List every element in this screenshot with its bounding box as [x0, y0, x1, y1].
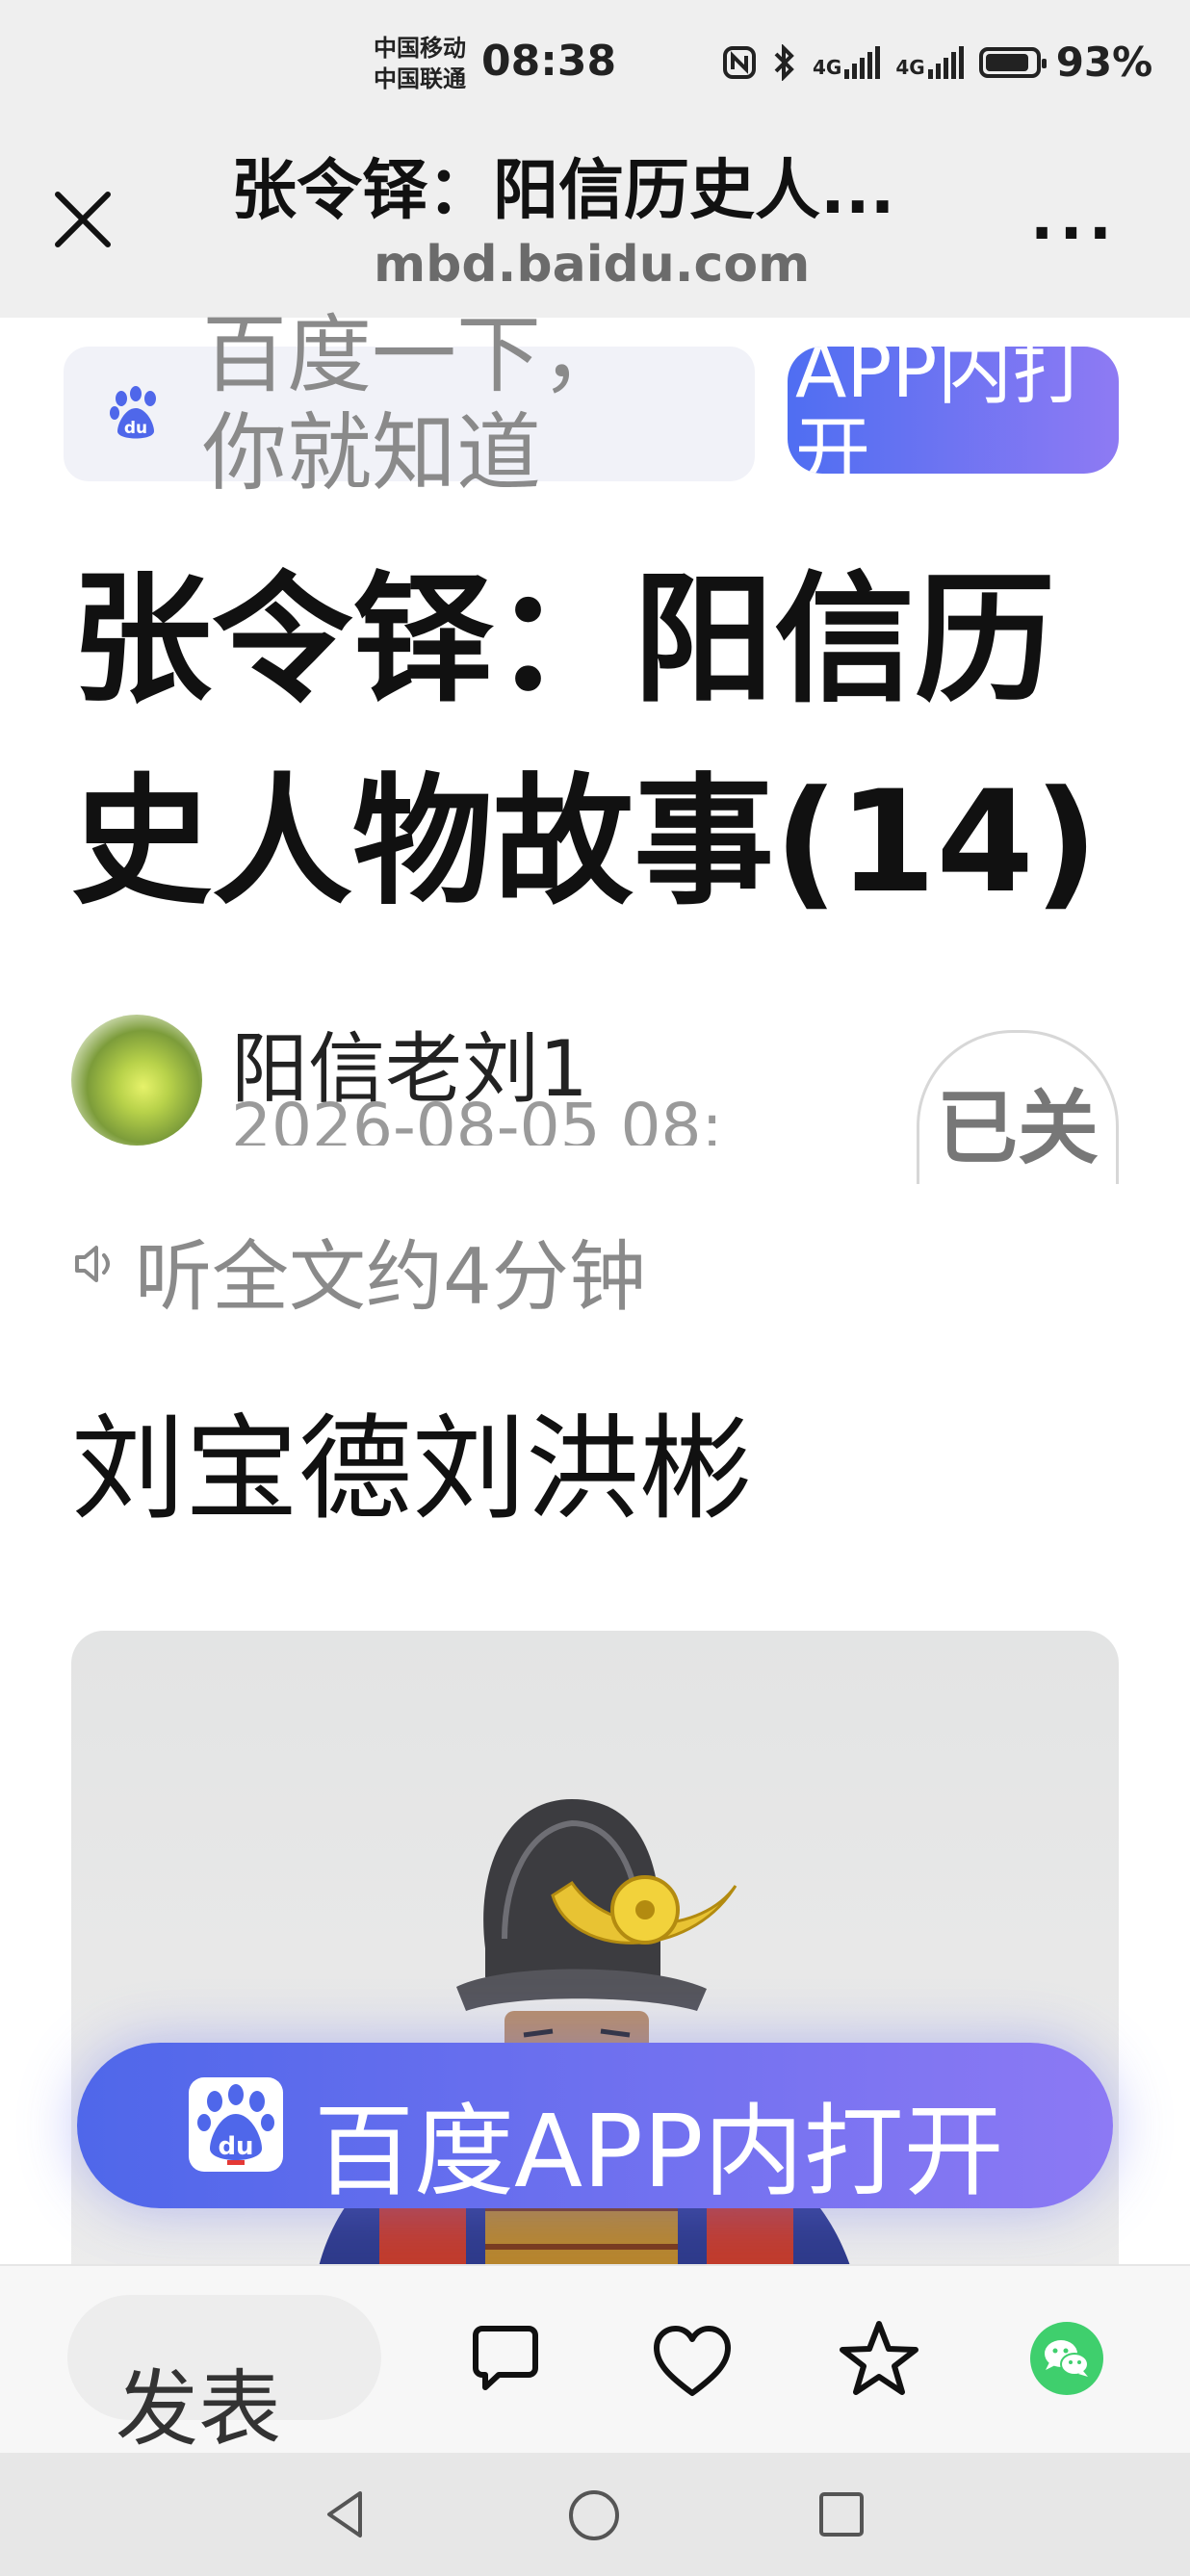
baidu-logo-text: du	[218, 2132, 253, 2161]
close-icon[interactable]	[44, 181, 121, 258]
status-time: 08:38	[481, 37, 617, 86]
like-icon[interactable]	[651, 2324, 734, 2399]
battery-icon	[978, 46, 1047, 78]
carrier-label-2: 中国联通	[374, 65, 466, 92]
open-in-baidu-app-label: 百度APP内打开	[314, 2093, 1004, 2210]
back-icon[interactable]	[322, 2487, 370, 2541]
article-subtitle: 刘宝德刘洪彬	[71, 1403, 754, 1535]
listen-full-text[interactable]: 听全文约4分钟	[135, 1215, 646, 1327]
battery-percent: 93%	[1055, 39, 1153, 86]
baidu-paw-icon: du	[110, 386, 156, 439]
carrier-label-1: 中国移动	[374, 35, 466, 62]
svg-text:du: du	[124, 419, 147, 438]
speaker-icon[interactable]	[71, 1240, 119, 1288]
nfc-icon	[723, 45, 756, 79]
wechat-share-icon[interactable]	[1030, 2322, 1103, 2395]
home-icon[interactable]	[566, 2487, 622, 2543]
search-placeholder: 百度一下，你就知道	[202, 305, 627, 502]
recent-apps-icon[interactable]	[816, 2489, 867, 2539]
status-icons: 4G 4G 93%	[722, 39, 1152, 86]
baidu-app-logo-icon: du	[189, 2077, 283, 2172]
favorite-icon[interactable]	[838, 2318, 920, 2399]
publish-date: 2026-08-05 08:	[231, 1090, 723, 1146]
bluetooth-icon	[774, 43, 794, 81]
comment-icon[interactable]	[466, 2320, 545, 2399]
open-in-app-label: APP内打开	[795, 347, 1088, 474]
follow-label: 已关	[936, 1081, 1099, 1175]
author-info[interactable]: 阳信老刘1 2026-08-05 08:	[231, 1001, 789, 1146]
more-options-button[interactable]: ...	[1030, 183, 1118, 254]
page-title: 张令铎：阳信历史人...	[231, 153, 895, 229]
author-avatar[interactable]	[71, 1015, 202, 1146]
open-in-app-button[interactable]: APP内打开	[788, 347, 1119, 474]
carrier-labels: 中国移动 中国联通	[374, 33, 466, 94]
signal-icon-2: 4G	[895, 45, 964, 79]
url-text: mbd.baidu.com	[374, 236, 811, 294]
signal-icon-1: 4G	[813, 45, 881, 79]
article-title: 张令铎：阳信历史人物故事(14)	[71, 558, 1099, 924]
follow-button[interactable]: 已关	[917, 1030, 1119, 1184]
comment-input-label: 发表	[116, 2361, 281, 2458]
